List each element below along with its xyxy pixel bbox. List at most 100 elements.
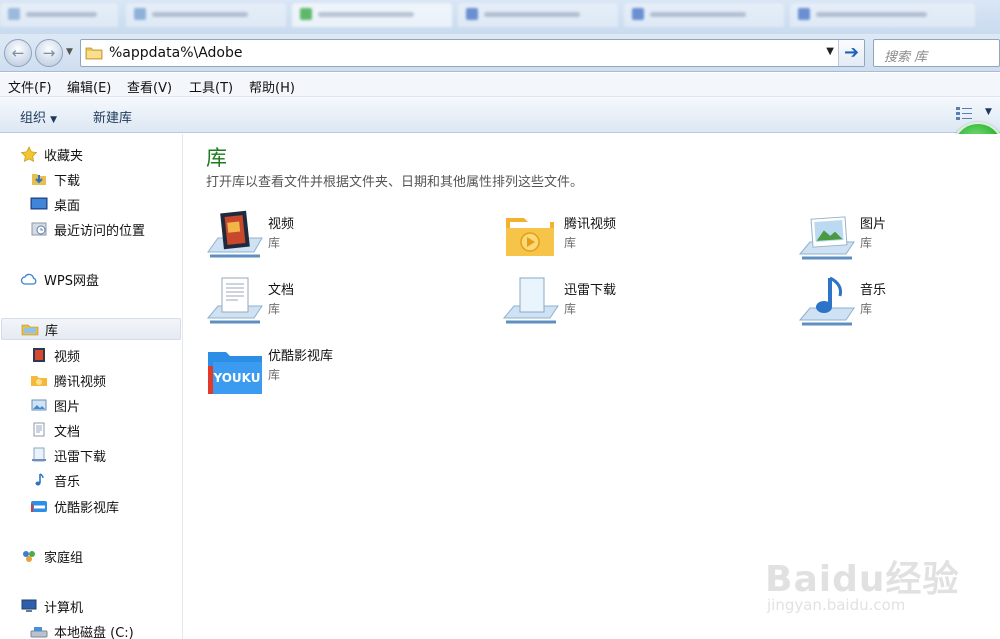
browser-tab[interactable] xyxy=(624,3,784,27)
sidebar-item-youku[interactable]: 优酷影视库 xyxy=(30,495,119,517)
library-item-tencent-video[interactable]: 腾讯视频 库 xyxy=(502,208,782,264)
go-button[interactable]: ➔ xyxy=(838,40,864,66)
view-options-dropdown[interactable]: ▼ xyxy=(985,107,992,117)
menu-bar: 文件(F) 编辑(E) 查看(V) 工具(T) 帮助(H) xyxy=(0,73,1000,97)
page-description: 打开库以查看文件并根据文件夹、日期和其他属性排列这些文件。 xyxy=(206,175,584,190)
library-item-video[interactable]: 视频 库 xyxy=(206,208,486,264)
browser-tab-strip xyxy=(0,0,1000,34)
sidebar-item-libraries[interactable]: 库 xyxy=(1,318,181,340)
sidebar-item-local-disk-c[interactable]: 本地磁盘 (C:) xyxy=(30,620,134,639)
sidebar-item-music[interactable]: 音乐 xyxy=(30,469,80,491)
sidebar-item-label: 家庭组 xyxy=(44,550,84,566)
library-item-thunder-download[interactable]: 迅雷下载 库 xyxy=(502,274,782,330)
library-type: 库 xyxy=(268,368,281,382)
browser-tab[interactable] xyxy=(292,3,452,27)
sidebar-item-label: 优酷影视库 xyxy=(54,500,120,516)
documents-icon xyxy=(33,422,45,437)
menu-view[interactable]: 查看(V) xyxy=(127,77,172,96)
baidu-jingyan-watermark: Baidu经验 jingyan.baidu.com xyxy=(765,530,995,630)
chevron-down-icon: ▼ xyxy=(50,115,58,125)
browser-tab[interactable] xyxy=(0,3,118,27)
library-type: 库 xyxy=(268,236,281,250)
music-library-icon xyxy=(798,276,855,326)
library-item-pictures[interactable]: 图片 库 xyxy=(798,208,1000,264)
menu-file[interactable]: 文件(F) xyxy=(8,77,52,96)
library-item-youku[interactable]: YOUKU 优酷影视库 库 xyxy=(206,340,486,396)
sidebar-item-desktop[interactable]: 桌面 xyxy=(30,193,80,215)
library-name: 优酷影视库 xyxy=(268,349,334,364)
sidebar-item-label: 迅雷下载 xyxy=(54,449,107,465)
star-icon xyxy=(20,146,38,162)
change-view-icon[interactable] xyxy=(955,106,973,121)
library-name: 视频 xyxy=(268,217,295,232)
new-library-button[interactable]: 新建库 xyxy=(93,107,132,126)
forward-arrow-icon: → xyxy=(42,44,56,62)
pictures-library-icon xyxy=(798,216,855,260)
back-button[interactable]: ← xyxy=(4,39,32,67)
sidebar-item-label: 下载 xyxy=(54,173,81,189)
sidebar-item-label: WPS网盘 xyxy=(44,273,99,289)
sidebar-item-homegroup[interactable]: 家庭组 xyxy=(20,545,83,567)
page-title: 库 xyxy=(206,146,227,170)
menu-tools[interactable]: 工具(T) xyxy=(189,77,233,96)
address-history-dropdown[interactable]: ▼ xyxy=(826,46,834,57)
menu-help[interactable]: 帮助(H) xyxy=(249,77,295,96)
library-type: 库 xyxy=(564,302,577,316)
address-bar[interactable]: ▼ ➔ xyxy=(80,39,865,67)
youku-icon xyxy=(31,501,47,512)
sidebar-item-favorites[interactable]: 收藏夹 xyxy=(20,143,83,165)
library-item-music[interactable]: 音乐 库 xyxy=(798,274,1000,330)
browser-tab[interactable] xyxy=(790,3,975,27)
organize-button[interactable]: 组织 ▼ xyxy=(20,107,57,126)
browser-tab[interactable] xyxy=(458,3,618,27)
pictures-icon xyxy=(31,399,47,411)
tencent-video-folder-icon xyxy=(506,218,554,256)
sidebar-item-label: 库 xyxy=(45,323,59,339)
sidebar-item-thunder[interactable]: 迅雷下载 xyxy=(30,444,106,466)
desktop-icon xyxy=(30,197,48,210)
music-note-icon xyxy=(35,473,44,486)
sidebar-item-label: 计算机 xyxy=(44,600,84,616)
video-library-icon xyxy=(207,210,263,258)
sidebar-item-video[interactable]: 视频 xyxy=(30,344,80,366)
sidebar-item-documents[interactable]: 文档 xyxy=(30,419,80,441)
sidebar-item-label: 本地磁盘 (C:) xyxy=(54,625,134,639)
sidebar-item-label: 视频 xyxy=(54,349,81,365)
download-folder-icon xyxy=(32,174,46,185)
library-type: 库 xyxy=(860,302,873,316)
forward-button[interactable]: → xyxy=(35,39,63,67)
sidebar-item-computer[interactable]: 计算机 xyxy=(20,595,83,617)
library-type: 库 xyxy=(268,302,281,316)
sidebar-item-label: 收藏夹 xyxy=(44,148,84,164)
sidebar-item-downloads[interactable]: 下载 xyxy=(30,168,80,190)
sidebar-item-label: 桌面 xyxy=(54,198,81,214)
homegroup-icon xyxy=(23,551,35,562)
search-placeholder: 搜索 库 xyxy=(884,50,928,65)
library-name: 音乐 xyxy=(860,283,887,298)
sidebar-item-label: 文档 xyxy=(54,424,81,440)
sidebar-item-wps[interactable]: WPS网盘 xyxy=(20,268,99,290)
go-arrow-icon: ➔ xyxy=(843,42,860,63)
watermark-brand: Baidu经验 xyxy=(765,559,960,600)
recent-pages-dropdown[interactable]: ▼ xyxy=(66,47,73,57)
library-item-documents[interactable]: 文档 库 xyxy=(206,274,486,330)
organize-label: 组织 xyxy=(20,111,47,126)
library-type: 库 xyxy=(564,236,577,250)
sidebar-item-label: 音乐 xyxy=(54,474,81,490)
thunder-download-library-icon xyxy=(502,277,559,324)
youku-logo-text: YOUKU xyxy=(212,371,260,385)
menu-edit[interactable]: 编辑(E) xyxy=(67,77,111,96)
navigation-pane: 收藏夹 下载 桌面 最近访问的位置 WPS网盘 库 视频 腾讯视频 图片 文档 … xyxy=(0,134,183,639)
command-bar: 组织 ▼ 新建库 ▼ xyxy=(0,97,1000,133)
address-input[interactable] xyxy=(109,43,809,63)
computer-icon xyxy=(21,599,37,612)
browser-tab[interactable] xyxy=(126,3,286,27)
sidebar-item-recent-places[interactable]: 最近访问的位置 xyxy=(30,218,145,240)
back-arrow-icon: ← xyxy=(11,44,25,62)
sidebar-item-label: 腾讯视频 xyxy=(54,374,107,390)
sidebar-item-pictures[interactable]: 图片 xyxy=(30,394,80,416)
search-box[interactable]: 搜索 库 xyxy=(873,39,1000,67)
sidebar-item-tencent-video[interactable]: 腾讯视频 xyxy=(30,369,106,391)
library-type: 库 xyxy=(860,236,873,250)
library-name: 迅雷下载 xyxy=(564,283,617,298)
